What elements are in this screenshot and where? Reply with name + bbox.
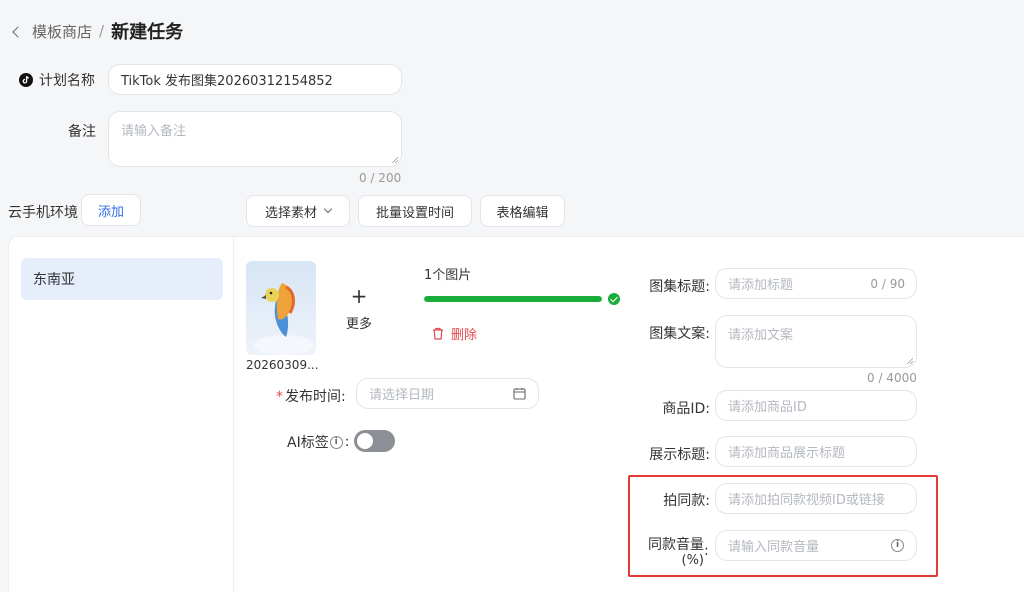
same-volume-unit: (%) bbox=[681, 553, 705, 568]
check-circle-icon bbox=[608, 293, 620, 305]
thumbnail-filename: 20260309... bbox=[246, 358, 319, 372]
publish-time-label-text: 发布时间 bbox=[285, 389, 341, 405]
plan-name-label-text: 计划名称 bbox=[39, 73, 95, 89]
ai-tag-colon: : bbox=[344, 434, 350, 450]
table-edit-button[interactable]: 表格编辑 bbox=[480, 195, 565, 227]
required-mark: * bbox=[276, 389, 283, 405]
upload-progress-bar bbox=[424, 296, 602, 302]
same-volume-input[interactable]: 请输入同款音量 i bbox=[715, 530, 917, 561]
delete-button[interactable]: 删除 bbox=[432, 324, 477, 343]
album-title-label: 图集标题: bbox=[649, 279, 710, 295]
plus-icon: + bbox=[350, 283, 368, 308]
same-volume-label: 同款音量 bbox=[648, 537, 704, 553]
info-icon[interactable]: i bbox=[891, 539, 904, 552]
same-volume-colon: : bbox=[704, 543, 709, 559]
product-id-label: 商品ID: bbox=[662, 401, 710, 417]
image-count: 1个图片 bbox=[424, 268, 472, 283]
more-label: 更多 bbox=[345, 316, 372, 332]
toggle-knob bbox=[357, 433, 373, 449]
resize-handle-icon[interactable] bbox=[391, 156, 398, 163]
plan-name-label: 计划名称 bbox=[19, 70, 95, 90]
upload-progress-fill bbox=[424, 296, 602, 302]
remark-placeholder: 请输入备注 bbox=[121, 124, 187, 139]
product-id-input[interactable]: 请添加商品ID bbox=[715, 390, 917, 421]
album-title-counter: 0 / 90 bbox=[870, 276, 905, 291]
publish-date-input[interactable]: 请选择日期 bbox=[356, 378, 539, 409]
ai-tag-label: AI标签 i : bbox=[287, 432, 349, 452]
display-title-label: 展示标题: bbox=[649, 447, 710, 463]
tiktok-icon bbox=[19, 73, 33, 87]
same-video-placeholder: 请添加拍同款视频ID或链接 bbox=[728, 493, 885, 508]
ai-tag-toggle[interactable] bbox=[354, 430, 395, 452]
remark-label: 备注 bbox=[68, 124, 96, 140]
page-title: 新建任务 bbox=[111, 22, 184, 43]
product-id-placeholder: 请添加商品ID bbox=[728, 400, 807, 415]
select-material-label: 选择素材 bbox=[264, 205, 317, 221]
display-title-placeholder: 请添加商品展示标题 bbox=[728, 446, 846, 461]
cloud-phone-env-label: 云手机环境 bbox=[8, 205, 78, 221]
plan-name-value: TikTok 发布图集20260312154852 bbox=[121, 74, 333, 89]
calendar-icon bbox=[513, 388, 526, 400]
back-chevron-icon[interactable] bbox=[12, 25, 24, 38]
breadcrumb: 模板商店 / 新建任务 bbox=[12, 18, 184, 44]
plan-name-input[interactable]: TikTok 发布图集20260312154852 bbox=[108, 64, 402, 95]
publish-date-placeholder: 请选择日期 bbox=[369, 388, 435, 403]
remark-counter: 0 / 200 bbox=[359, 171, 402, 185]
album-title-placeholder: 请添加标题 bbox=[728, 278, 794, 293]
add-env-button[interactable]: 添加 bbox=[81, 194, 141, 226]
breadcrumb-separator: / bbox=[99, 22, 105, 40]
batch-set-time-button[interactable]: 批量设置时间 bbox=[358, 195, 472, 227]
ai-tag-label-text: AI标签 bbox=[287, 435, 329, 451]
chevron-down-icon bbox=[323, 204, 333, 214]
album-title-input[interactable]: 请添加标题 0 / 90 bbox=[715, 268, 917, 299]
publish-time-label: * 发布时间: bbox=[276, 386, 346, 406]
same-volume-placeholder: 请输入同款音量 bbox=[728, 540, 820, 555]
image-thumbnail[interactable] bbox=[246, 261, 316, 355]
album-text-textarea[interactable]: 请添加文案 bbox=[715, 315, 917, 368]
region-item-southeast-asia[interactable]: 东南亚 bbox=[21, 258, 223, 300]
parrot-illustration-icon bbox=[254, 283, 314, 355]
same-video-label: 拍同款: bbox=[663, 493, 710, 509]
select-material-button[interactable]: 选择素材 bbox=[246, 195, 350, 227]
album-text-label: 图集文案: bbox=[649, 326, 710, 342]
breadcrumb-template-store[interactable]: 模板商店 bbox=[32, 21, 92, 42]
album-text-counter: 0 / 4000 bbox=[867, 371, 917, 385]
info-icon[interactable]: i bbox=[329, 435, 343, 449]
resize-handle-icon[interactable] bbox=[906, 357, 913, 364]
publish-time-colon: : bbox=[341, 389, 346, 405]
trash-icon bbox=[433, 327, 443, 340]
album-text-placeholder: 请添加文案 bbox=[728, 328, 794, 343]
remark-textarea[interactable]: 请输入备注 bbox=[108, 111, 402, 167]
same-video-input[interactable]: 请添加拍同款视频ID或链接 bbox=[715, 483, 917, 514]
delete-label: 删除 bbox=[451, 328, 478, 343]
more-images-button[interactable]: + 更多 bbox=[324, 261, 394, 355]
display-title-input[interactable]: 请添加商品展示标题 bbox=[715, 436, 917, 467]
